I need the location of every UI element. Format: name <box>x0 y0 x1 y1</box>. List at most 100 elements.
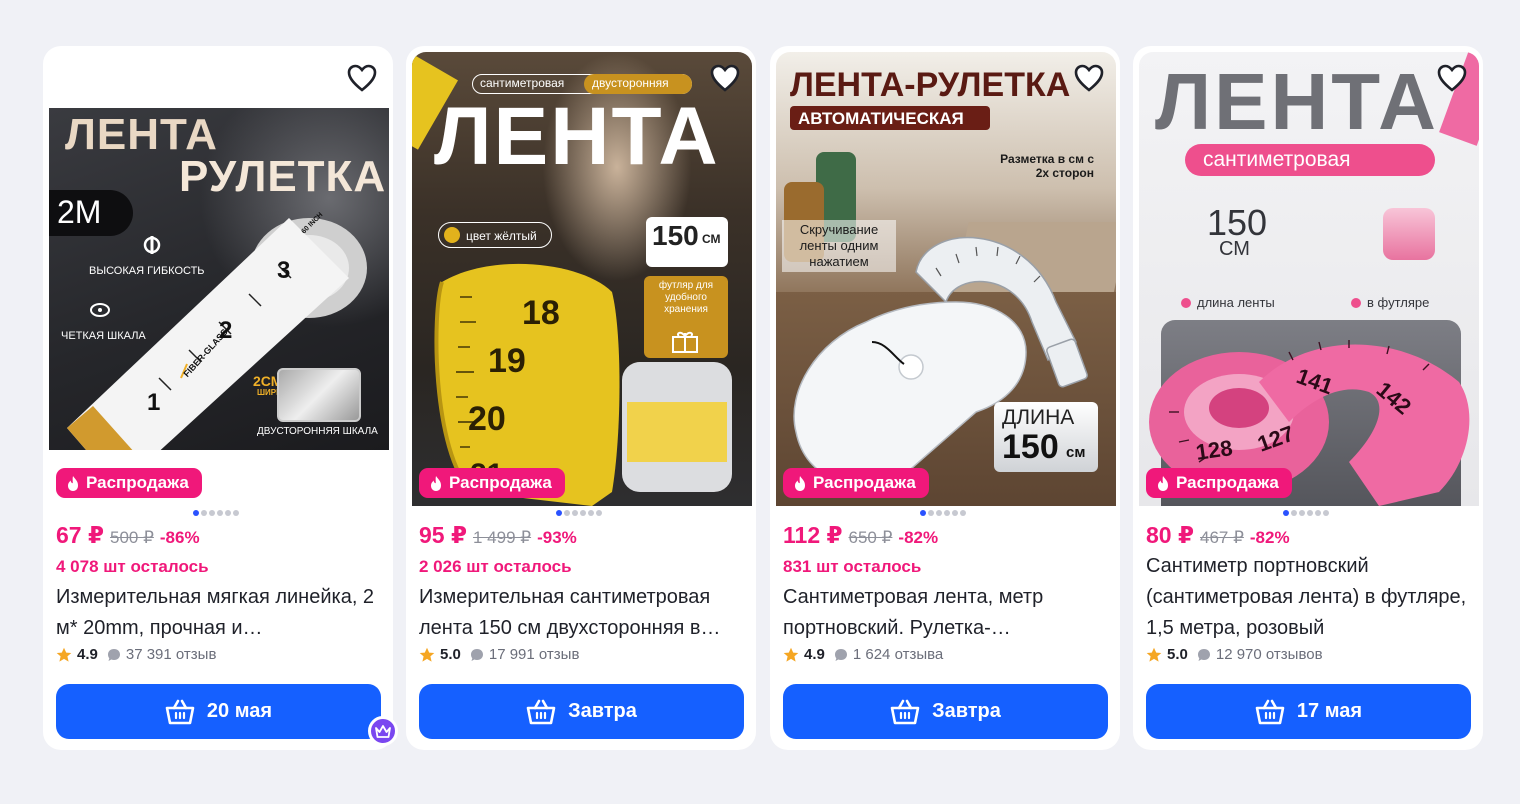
product-card[interactable]: ЛЕНТА РУЛЕТКА 2М ВЫСОКАЯ ГИБКОСТЬ ЧЕТКАЯ… <box>43 46 398 750</box>
image-pager[interactable] <box>1283 510 1329 516</box>
star-icon <box>783 647 799 662</box>
old-price: 500 ₽ <box>109 528 154 547</box>
rating-value: 4.9 <box>77 646 98 663</box>
delivery-date: Завтра <box>932 700 1001 722</box>
sale-badge: Распродажа <box>419 468 565 498</box>
product-image[interactable]: сантиметровая двусторонняя ЛЕНТА цвет жё… <box>412 52 752 506</box>
art-tag1: сантиметровая <box>480 76 565 90</box>
heart-icon[interactable] <box>347 64 377 92</box>
art-length-unit: СМ <box>702 232 721 246</box>
product-card[interactable]: ЛЕНТА-РУЛЕТКА АВТОМАТИЧЕСКАЯ Разметка в … <box>770 46 1120 750</box>
star-icon <box>419 647 435 662</box>
product-title[interactable]: Измерительная мягкая линейка, 2 м* 20mm,… <box>56 582 381 644</box>
add-to-cart-button[interactable]: 17 мая <box>1146 684 1471 739</box>
rating-value: 4.9 <box>804 646 825 663</box>
feat2-dot <box>1351 298 1361 308</box>
svg-text:1: 1 <box>147 389 160 416</box>
delivery-date: 17 мая <box>1296 700 1363 722</box>
discount: -93% <box>537 528 577 547</box>
feat1-dot <box>1181 298 1191 308</box>
basket-icon <box>165 699 195 724</box>
old-price: 650 ₽ <box>848 528 893 547</box>
fire-icon <box>795 475 805 491</box>
basket-icon <box>1255 699 1285 724</box>
add-to-cart-button[interactable]: 20 мая <box>56 684 381 739</box>
crown-icon <box>368 716 398 746</box>
delivery-date: Завтра <box>568 700 637 722</box>
price-row: 95 ₽ 1 499 ₽ -93% <box>419 522 577 549</box>
sale-badge: Распродажа <box>1146 468 1292 498</box>
art-len-unit: СМ <box>1219 238 1250 260</box>
price-row: 112 ₽ 650 ₽ -82% <box>783 522 938 549</box>
product-image[interactable]: ЛЕНТА сантиметровая 150 СМ длина ленты в… <box>1139 52 1479 506</box>
discount: -86% <box>159 528 200 547</box>
product-image[interactable]: ЛЕНТА-РУЛЕТКА АВТОМАТИЧЕСКАЯ Разметка в … <box>776 52 1116 506</box>
sale-badge-label: Распродажа <box>1176 473 1279 492</box>
image-pager[interactable] <box>556 510 602 516</box>
svg-text:128: 128 <box>1194 435 1234 465</box>
product-image[interactable]: ЛЕНТА РУЛЕТКА 2М ВЫСОКАЯ ГИБКОСТЬ ЧЕТКАЯ… <box>49 108 389 450</box>
art-headline: ЛЕНТА-РУЛЕТКА <box>790 66 1071 104</box>
case-thumb <box>1383 208 1435 260</box>
product-grid: ЛЕНТА РУЛЕТКА 2М ВЫСОКАЯ ГИБКОСТЬ ЧЕТКАЯ… <box>0 0 1520 804</box>
art-sub: сантиметровая <box>1203 148 1351 171</box>
add-to-cart-button[interactable]: Завтра <box>783 684 1108 739</box>
rating-row: 5.0 12 970 отзывов <box>1146 646 1323 663</box>
review-count: 12 970 отзывов <box>1215 646 1323 663</box>
art-len-label: ДЛИНА <box>1002 406 1075 429</box>
fire-icon <box>68 475 78 491</box>
rating-row: 4.9 37 391 отзыв <box>56 646 216 663</box>
rating-value: 5.0 <box>1167 646 1188 663</box>
old-price: 1 499 ₽ <box>472 528 532 547</box>
discount: -82% <box>898 528 939 547</box>
current-price: 95 ₽ <box>419 522 467 548</box>
comment-icon <box>107 648 120 661</box>
comment-icon <box>1197 648 1210 661</box>
star-icon <box>56 647 72 662</box>
current-price: 80 ₽ <box>1146 522 1194 548</box>
sale-badge-label: Распродажа <box>86 473 189 492</box>
delivery-date: 20 мая <box>206 700 273 722</box>
product-card[interactable]: сантиметровая двусторонняя ЛЕНТА цвет жё… <box>406 46 756 750</box>
rating-row: 5.0 17 991 отзыв <box>419 646 579 663</box>
art-double-side: ДВУСТОРОННЯЯ ШКАЛА <box>257 426 378 437</box>
stock-left: 2 026 шт осталось <box>419 557 572 576</box>
image-pager[interactable] <box>920 510 966 516</box>
price-row: 67 ₽ 500 ₽ -86% <box>56 522 200 549</box>
review-count: 1 624 отзыва <box>852 646 944 663</box>
svg-text:3: 3 <box>277 257 290 284</box>
review-count: 17 991 отзыв <box>488 646 580 663</box>
color-dot <box>444 227 460 243</box>
price-row: 80 ₽ 467 ₽ -82% <box>1146 522 1290 549</box>
discount: -82% <box>1249 528 1290 547</box>
sale-badge: Распродажа <box>56 468 202 498</box>
review-count: 37 391 отзыв <box>125 646 217 663</box>
sale-badge-label: Распродажа <box>813 473 916 492</box>
stock-left: 4 078 шт осталось <box>56 557 209 576</box>
art-headline: ЛЕНТА <box>1155 57 1439 146</box>
art-headline: ЛЕНТА <box>434 91 720 182</box>
art-feat2: в футляре <box>1367 295 1430 310</box>
art-feat1: длина ленты <box>1197 295 1275 310</box>
rating-row: 4.9 1 624 отзыва <box>783 646 943 663</box>
basket-icon <box>526 699 556 724</box>
stock-left: 831 шт осталось <box>783 557 922 576</box>
current-price: 67 ₽ <box>56 522 104 548</box>
product-title[interactable]: Сантиметр портновский (сантиметровая лен… <box>1146 551 1471 644</box>
art-marks: Разметка в см с 2х сторон <box>1000 152 1094 180</box>
art-len-unit: см <box>1066 444 1086 461</box>
heart-icon[interactable] <box>1074 64 1104 92</box>
heart-icon[interactable] <box>1437 64 1467 92</box>
image-pager[interactable] <box>193 510 239 516</box>
product-title[interactable]: Сантиметровая лента, метр портновский. Р… <box>783 582 1108 644</box>
art-color: цвет жёлтый <box>466 229 537 243</box>
comment-icon <box>470 648 483 661</box>
art-sub: АВТОМАТИЧЕСКАЯ <box>798 109 964 128</box>
product-title[interactable]: Измерительная сантиметровая лента 150 см… <box>419 582 744 644</box>
heart-icon[interactable] <box>710 64 740 92</box>
product-card[interactable]: ЛЕНТА сантиметровая 150 СМ длина ленты в… <box>1133 46 1483 750</box>
basket-icon <box>890 699 920 724</box>
add-to-cart-button[interactable]: Завтра <box>419 684 744 739</box>
art-len-value: 150 <box>1002 428 1059 466</box>
svg-text:19: 19 <box>488 342 526 380</box>
